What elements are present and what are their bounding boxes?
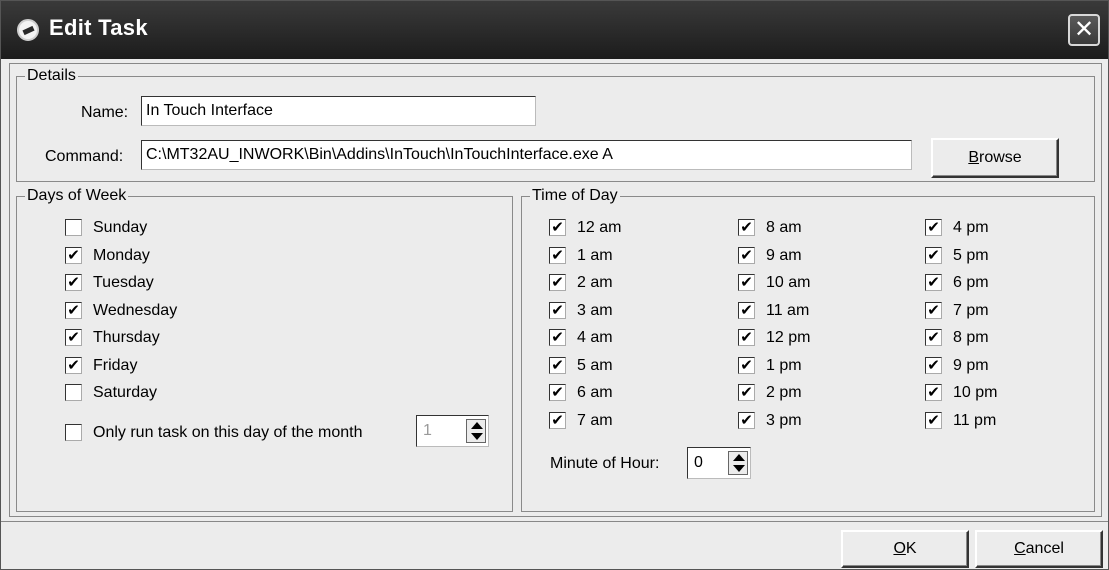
window-title: Edit Task xyxy=(49,15,148,40)
hour-5-am-label: 5 am xyxy=(577,356,613,374)
hour-11-pm-label: 11 pm xyxy=(953,411,997,429)
dialog-content: Details Name: In Touch Interface Command… xyxy=(9,63,1102,517)
cancel-mnemonic: C xyxy=(1014,540,1026,557)
minute-spin-arrows-icon[interactable] xyxy=(728,451,748,475)
hour-1-am-checkbox[interactable]: ✔ xyxy=(549,246,566,264)
browse-button[interactable]: Browse xyxy=(931,138,1059,178)
hour-7-pm-checkbox[interactable]: ✔ xyxy=(925,301,942,319)
name-input[interactable]: In Touch Interface xyxy=(141,96,536,126)
details-group: Details Name: In Touch Interface Command… xyxy=(16,66,1095,182)
hour-10-pm-label: 10 pm xyxy=(953,384,998,401)
time-of-day-legend: Time of Day xyxy=(530,186,620,206)
ok-button[interactable]: OK xyxy=(841,530,969,568)
hour-6-pm-checkbox[interactable]: ✔ xyxy=(925,274,942,291)
days-of-week-group: Days of Week Sunday ✔ Monday ✔ Tuesday ✔ Wedne… xyxy=(16,186,513,512)
edit-task-dialog: Edit Task ✕ Details Name: In Touch Inter… xyxy=(0,0,1109,570)
hour-6-am-label: 6 am xyxy=(577,384,613,401)
title-bar[interactable]: Edit Task ✕ xyxy=(1,1,1108,59)
hour-9-pm-checkbox[interactable]: ✔ xyxy=(925,356,942,374)
hour-3-pm-label: 3 pm xyxy=(766,411,802,429)
hour-8-am-checkbox[interactable]: ✔ xyxy=(738,219,755,236)
hour-4-pm-checkbox[interactable]: ✔ xyxy=(925,219,942,236)
hour-2-am-checkbox[interactable]: ✔ xyxy=(549,274,566,291)
day-of-month-value: 1 xyxy=(423,422,432,439)
day-wednesday-checkbox[interactable]: ✔ xyxy=(65,301,82,319)
hour-12-am-checkbox[interactable]: ✔ xyxy=(549,219,566,236)
minute-of-hour-spinner[interactable]: 0 xyxy=(687,447,751,479)
hour-9-am-checkbox[interactable]: ✔ xyxy=(738,246,755,264)
hour-5-pm-checkbox[interactable]: ✔ xyxy=(925,246,942,264)
ok-label: K xyxy=(905,540,917,557)
day-thursday-checkbox[interactable]: ✔ xyxy=(65,329,82,346)
hour-7-am-checkbox[interactable]: ✔ xyxy=(549,411,566,429)
day-monday-label: Monday xyxy=(93,246,150,264)
day-sunday-label: Sunday xyxy=(93,219,148,236)
hour-2-pm-label: 2 pm xyxy=(766,384,802,401)
hour-11-am-checkbox[interactable]: ✔ xyxy=(738,301,755,319)
day-monday-checkbox[interactable]: ✔ xyxy=(65,246,82,264)
day-of-month-spin-arrows-icon[interactable] xyxy=(466,419,486,443)
ok-mnemonic: O xyxy=(893,540,906,557)
hour-9-pm-label: 9 pm xyxy=(953,356,989,374)
hour-12-pm-label: 12 pm xyxy=(766,329,811,346)
hour-1-am-label: 1 am xyxy=(577,246,613,264)
app-icon xyxy=(17,19,39,41)
hour-11-am-label: 11 am xyxy=(766,301,810,319)
footer-divider xyxy=(1,521,1108,522)
only-run-checkbox[interactable] xyxy=(65,424,82,441)
browse-label: rowse xyxy=(978,149,1022,166)
hour-1-pm-label: 1 pm xyxy=(766,356,802,374)
minute-of-hour-value: 0 xyxy=(694,454,703,471)
hour-2-pm-checkbox[interactable]: ✔ xyxy=(738,384,755,401)
hour-2-am-label: 2 am xyxy=(577,274,613,291)
hour-3-am-label: 3 am xyxy=(577,301,613,319)
hour-3-pm-checkbox[interactable]: ✔ xyxy=(738,411,755,429)
name-label: Name: xyxy=(81,104,129,121)
hour-8-am-label: 8 am xyxy=(766,219,802,236)
cancel-label: ancel xyxy=(1025,540,1064,557)
hour-10-pm-checkbox[interactable]: ✔ xyxy=(925,384,942,401)
day-saturday-label: Saturday xyxy=(93,384,158,401)
details-legend: Details xyxy=(25,66,78,86)
day-friday-checkbox[interactable]: ✔ xyxy=(65,356,82,374)
day-tuesday-checkbox[interactable]: ✔ xyxy=(65,274,82,291)
hour-5-pm-label: 5 pm xyxy=(953,246,989,264)
day-friday-label: Friday xyxy=(93,356,138,374)
day-saturday-checkbox[interactable] xyxy=(65,384,82,401)
hour-12-am-label: 12 am xyxy=(577,219,622,236)
hour-7-pm-label: 7 pm xyxy=(953,301,989,319)
hour-4-am-checkbox[interactable]: ✔ xyxy=(549,329,566,346)
hour-10-am-label: 10 am xyxy=(766,274,811,291)
hour-4-am-label: 4 am xyxy=(577,329,613,346)
hour-8-pm-label: 8 pm xyxy=(953,329,989,346)
day-wednesday-label: Wednesday xyxy=(93,301,178,319)
command-input[interactable]: C:\MT32AU_INWORK\Bin\Addins\InTouch\InTo… xyxy=(141,140,912,170)
only-run-label: Only run task on this day of the month xyxy=(93,424,363,441)
cancel-button[interactable]: Cancel xyxy=(975,530,1103,568)
hour-9-am-label: 9 am xyxy=(766,246,802,264)
day-thursday-label: Thursday xyxy=(93,329,160,346)
hour-10-am-checkbox[interactable]: ✔ xyxy=(738,274,755,291)
minute-of-hour-label: Minute of Hour: xyxy=(550,455,660,472)
day-of-month-spinner[interactable]: 1 xyxy=(416,415,489,447)
hour-4-pm-label: 4 pm xyxy=(953,219,989,236)
hour-6-pm-label: 6 pm xyxy=(953,274,989,291)
hour-6-am-checkbox[interactable]: ✔ xyxy=(549,384,566,401)
command-label: Command: xyxy=(45,148,124,165)
close-button[interactable]: ✕ xyxy=(1068,14,1100,46)
day-tuesday-label: Tuesday xyxy=(93,274,154,291)
hour-8-pm-checkbox[interactable]: ✔ xyxy=(925,329,942,346)
browse-mnemonic: B xyxy=(968,149,979,166)
hour-12-pm-checkbox[interactable]: ✔ xyxy=(738,329,755,346)
hour-5-am-checkbox[interactable]: ✔ xyxy=(549,356,566,374)
days-of-week-legend: Days of Week xyxy=(25,186,129,206)
day-sunday-checkbox[interactable] xyxy=(65,219,82,236)
hour-7-am-label: 7 am xyxy=(577,411,613,429)
hour-11-pm-checkbox[interactable]: ✔ xyxy=(925,411,942,429)
hour-3-am-checkbox[interactable]: ✔ xyxy=(549,301,566,319)
hour-1-pm-checkbox[interactable]: ✔ xyxy=(738,356,755,374)
time-of-day-group: Time of Day ✔ 12 am ✔ 1 am ✔ 2 am ✔ 3 am ✔ 4 am ✔ 5… xyxy=(521,186,1095,512)
